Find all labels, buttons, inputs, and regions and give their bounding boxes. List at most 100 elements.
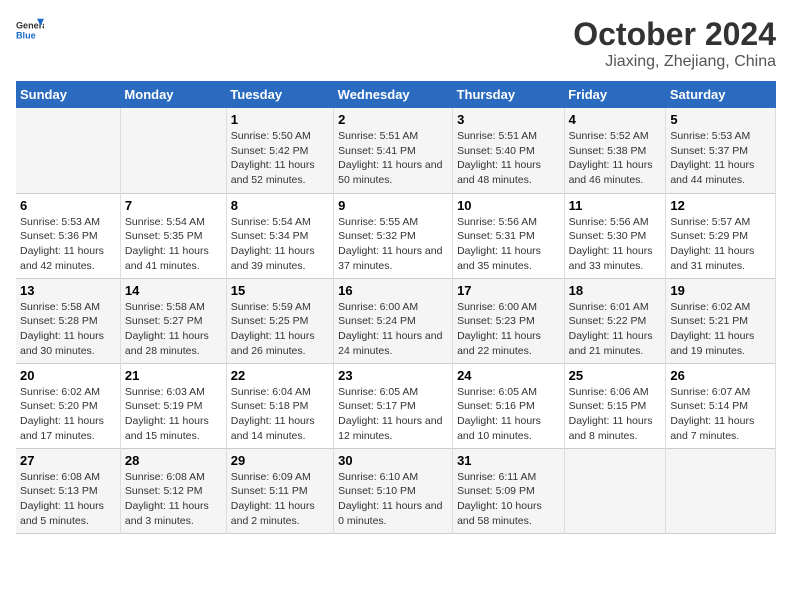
col-thursday: Thursday [453,81,565,108]
calendar-row: 13 Sunrise: 5:58 AMSunset: 5:28 PMDayligh… [16,278,776,363]
day-number: 10 [457,198,560,213]
day-number: 31 [457,453,560,468]
col-wednesday: Wednesday [334,81,453,108]
table-row [666,448,776,533]
svg-text:Blue: Blue [16,30,36,40]
title-block: October 2024 Jiaxing, Zhejiang, China [573,16,776,71]
calendar-header: Sunday Monday Tuesday Wednesday Thursday… [16,81,776,108]
day-detail: Sunrise: 6:08 AMSunset: 5:12 PMDaylight:… [125,470,222,529]
day-detail: Sunrise: 5:54 AMSunset: 5:34 PMDaylight:… [231,215,329,274]
day-detail: Sunrise: 6:04 AMSunset: 5:18 PMDaylight:… [231,385,329,444]
table-row: 7Sunrise: 5:54 AMSunset: 5:35 PMDaylight… [120,193,226,278]
day-number: 5 [670,112,771,127]
day-detail: Sunrise: 6:10 AMSunset: 5:10 PMDaylight:… [338,470,448,529]
col-tuesday: Tuesday [226,81,333,108]
day-number: 2 [338,112,448,127]
table-row: 27Sunrise: 6:08 AMSunset: 5:13 PMDayligh… [16,448,120,533]
day-number: 22 [231,368,329,383]
day-number: 25 [569,368,662,383]
table-row: 26Sunrise: 6:07 AMSunset: 5:14 PMDayligh… [666,363,776,448]
day-number: 3 [457,112,560,127]
table-row: 23 Sunrise: 6:05 AMSunset: 5:17 PMDayligh… [334,363,453,448]
day-number: 13 [20,283,116,298]
day-detail: Sunrise: 5:51 AMSunset: 5:41 PMDaylight:… [338,129,448,188]
table-row: 8 Sunrise: 5:54 AMSunset: 5:34 PMDaylight… [226,193,333,278]
day-number: 6 [20,198,116,213]
table-row: 20Sunrise: 6:02 AMSunset: 5:20 PMDayligh… [16,363,120,448]
table-row [120,108,226,193]
table-row: 16Sunrise: 6:00 AMSunset: 5:24 PMDayligh… [334,278,453,363]
day-number: 11 [569,198,662,213]
day-detail: Sunrise: 5:52 AMSunset: 5:38 PMDaylight:… [569,129,662,188]
calendar-table: Sunday Monday Tuesday Wednesday Thursday… [16,81,776,534]
day-number: 23 [338,368,448,383]
day-detail: Sunrise: 5:56 AMSunset: 5:30 PMDaylight:… [569,215,662,274]
calendar-row: 1Sunrise: 5:50 AMSunset: 5:42 PMDaylight… [16,108,776,193]
table-row: 10 Sunrise: 5:56 AMSunset: 5:31 PMDayligh… [453,193,565,278]
table-row: 11 Sunrise: 5:56 AMSunset: 5:30 PMDayligh… [564,193,666,278]
day-detail: Sunrise: 5:54 AMSunset: 5:35 PMDaylight:… [125,215,222,274]
col-friday: Friday [564,81,666,108]
day-detail: Sunrise: 6:11 AMSunset: 5:09 PMDaylight:… [457,470,560,529]
day-detail: Sunrise: 5:59 AMSunset: 5:25 PMDaylight:… [231,300,329,359]
table-row: 21Sunrise: 6:03 AMSunset: 5:19 PMDayligh… [120,363,226,448]
table-row: 2 Sunrise: 5:51 AMSunset: 5:41 PMDaylight… [334,108,453,193]
day-number: 16 [338,283,448,298]
logo-icon: General Blue [16,16,44,44]
table-row: 25 Sunrise: 6:06 AMSunset: 5:15 PMDayligh… [564,363,666,448]
day-detail: Sunrise: 5:55 AMSunset: 5:32 PMDaylight:… [338,215,448,274]
table-row: 28Sunrise: 6:08 AMSunset: 5:12 PMDayligh… [120,448,226,533]
day-detail: Sunrise: 6:01 AMSunset: 5:22 PMDaylight:… [569,300,662,359]
table-row: 15Sunrise: 5:59 AMSunset: 5:25 PMDayligh… [226,278,333,363]
day-number: 26 [670,368,771,383]
day-detail: Sunrise: 5:58 AMSunset: 5:27 PMDaylight:… [125,300,222,359]
page-header: General Blue October 2024 Jiaxing, Zheji… [16,16,776,71]
table-row: 22 Sunrise: 6:04 AMSunset: 5:18 PMDayligh… [226,363,333,448]
day-number: 27 [20,453,116,468]
logo: General Blue [16,16,44,44]
day-number: 17 [457,283,560,298]
day-detail: Sunrise: 6:05 AMSunset: 5:17 PMDaylight:… [338,385,448,444]
day-number: 4 [569,112,662,127]
day-detail: Sunrise: 6:06 AMSunset: 5:15 PMDaylight:… [569,385,662,444]
day-number: 8 [231,198,329,213]
table-row: 18 Sunrise: 6:01 AMSunset: 5:22 PMDayligh… [564,278,666,363]
day-detail: Sunrise: 6:09 AMSunset: 5:11 PMDaylight:… [231,470,329,529]
calendar-subtitle: Jiaxing, Zhejiang, China [573,53,776,71]
table-row: 24Sunrise: 6:05 AMSunset: 5:16 PMDayligh… [453,363,565,448]
day-detail: Sunrise: 5:53 AMSunset: 5:36 PMDaylight:… [20,215,116,274]
day-detail: Sunrise: 6:05 AMSunset: 5:16 PMDaylight:… [457,385,560,444]
table-row: 30 Sunrise: 6:10 AMSunset: 5:10 PMDayligh… [334,448,453,533]
table-row [564,448,666,533]
calendar-body: 1Sunrise: 5:50 AMSunset: 5:42 PMDaylight… [16,108,776,533]
col-monday: Monday [120,81,226,108]
col-sunday: Sunday [16,81,120,108]
table-row: 12 Sunrise: 5:57 AMSunset: 5:29 PMDayligh… [666,193,776,278]
calendar-row: 6 Sunrise: 5:53 AMSunset: 5:36 PMDaylight… [16,193,776,278]
header-row: Sunday Monday Tuesday Wednesday Thursday… [16,81,776,108]
day-detail: Sunrise: 5:58 AMSunset: 5:28 PMDaylight:… [20,300,116,359]
table-row: 13 Sunrise: 5:58 AMSunset: 5:28 PMDayligh… [16,278,120,363]
calendar-title: October 2024 [573,16,776,53]
table-row: 1Sunrise: 5:50 AMSunset: 5:42 PMDaylight… [226,108,333,193]
table-row [16,108,120,193]
day-detail: Sunrise: 6:02 AMSunset: 5:20 PMDaylight:… [20,385,116,444]
day-detail: Sunrise: 5:53 AMSunset: 5:37 PMDaylight:… [670,129,771,188]
day-number: 14 [125,283,222,298]
day-number: 12 [670,198,771,213]
day-number: 19 [670,283,771,298]
table-row: 5 Sunrise: 5:53 AMSunset: 5:37 PMDaylight… [666,108,776,193]
table-row: 4 Sunrise: 5:52 AMSunset: 5:38 PMDaylight… [564,108,666,193]
day-detail: Sunrise: 5:57 AMSunset: 5:29 PMDaylight:… [670,215,771,274]
day-number: 30 [338,453,448,468]
table-row: 19 Sunrise: 6:02 AMSunset: 5:21 PMDayligh… [666,278,776,363]
table-row: 14 Sunrise: 5:58 AMSunset: 5:27 PMDayligh… [120,278,226,363]
table-row: 17Sunrise: 6:00 AMSunset: 5:23 PMDayligh… [453,278,565,363]
day-detail: Sunrise: 6:02 AMSunset: 5:21 PMDaylight:… [670,300,771,359]
day-number: 18 [569,283,662,298]
day-detail: Sunrise: 5:50 AMSunset: 5:42 PMDaylight:… [231,129,329,188]
calendar-row: 27Sunrise: 6:08 AMSunset: 5:13 PMDayligh… [16,448,776,533]
day-number: 9 [338,198,448,213]
table-row: 31 Sunrise: 6:11 AMSunset: 5:09 PMDayligh… [453,448,565,533]
day-detail: Sunrise: 5:56 AMSunset: 5:31 PMDaylight:… [457,215,560,274]
